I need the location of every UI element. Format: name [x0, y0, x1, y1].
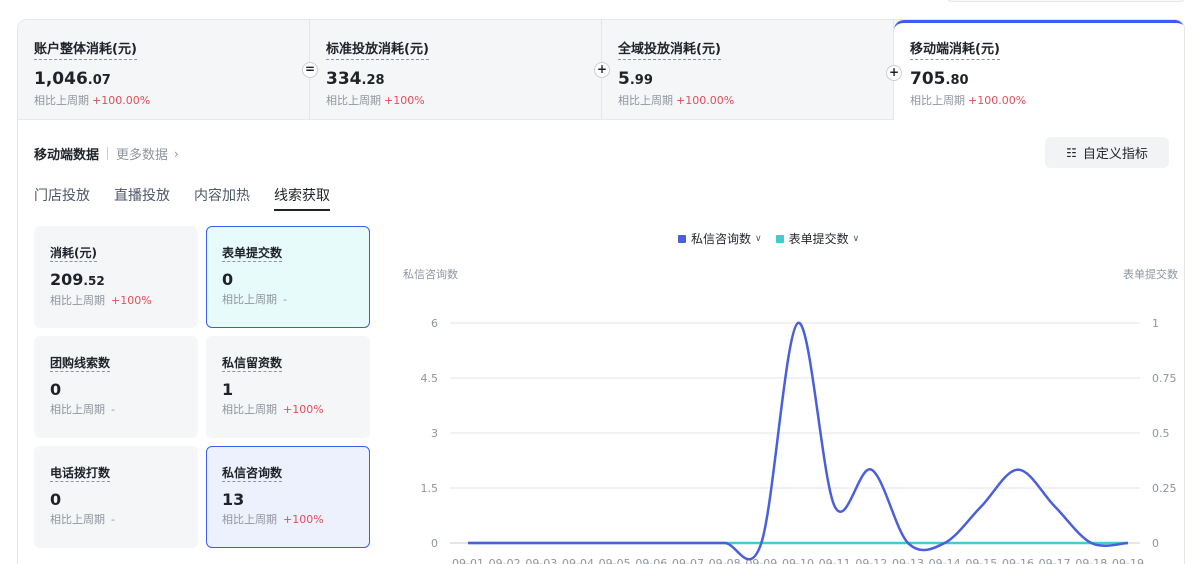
summary-compare: 相比上周期 +100% — [326, 94, 425, 107]
y-right-tick-label: 0.25 — [1152, 482, 1177, 495]
x-tick-label: 09-17 — [1039, 557, 1071, 564]
y-left-tick-label: 6 — [431, 317, 438, 330]
y-right-tick-label: 0 — [1152, 537, 1159, 550]
metric-title: 团购线索数 — [50, 356, 111, 372]
metric-card-dm-leads[interactable]: 私信留资数 1 相比上周期 +100% — [206, 336, 370, 438]
summary-compare: 相比上周期 +100.00% — [34, 94, 151, 107]
summary-card-mobile[interactable]: + 移动端消耗(元) 705.80 相比上周期 +100.00% — [886, 20, 1184, 120]
summary-cards: 账户整体消耗(元) 1,046.07 相比上周期 +100.00% = 标准投放消… — [18, 20, 1184, 120]
summary-value: 705.80 — [910, 69, 969, 89]
y-left-tick-label: 0 — [431, 537, 438, 550]
custom-metrics-label: 自定义指标 — [1082, 147, 1148, 162]
metric-compare: 相比上周期 +100% — [50, 294, 152, 307]
trend-chart: 私信咨询数 ∨ 表单提交数 ∨ 私信咨询数 表单提交数 0 0 1.5 0.25 3 0.… — [388, 220, 1178, 564]
summary-card-standard[interactable]: = 标准投放消耗(元) 334.28 相比上周期 +100% — [302, 20, 602, 120]
metric-compare: 相比上周期 - — [50, 513, 115, 526]
summary-value: 334.28 — [326, 69, 385, 89]
metric-compare: 相比上周期 +100% — [222, 513, 324, 526]
x-tick-label: 09-18 — [1075, 557, 1107, 564]
x-tick-label: 09-07 — [672, 557, 704, 564]
divider — [107, 147, 109, 160]
summary-title: 标准投放消耗(元) — [326, 42, 429, 60]
metric-title: 私信咨询数 — [222, 466, 283, 482]
y-right-tick-label: 0.75 — [1152, 372, 1177, 385]
x-tick-label: 09-06 — [635, 557, 667, 564]
summary-value: 1,046.07 — [34, 69, 111, 89]
metric-card-form-submit[interactable]: 表单提交数 0 相比上周期 - — [206, 226, 370, 328]
metric-value: 209.52 — [50, 270, 105, 289]
tab-bar: 门店投放 直播投放 内容加热 线索获取 — [34, 187, 354, 211]
x-tick-label: 09-16 — [1002, 557, 1034, 564]
plus-operator-icon: + — [594, 62, 610, 78]
x-tick-label: 09-15 — [965, 557, 997, 564]
summary-title: 全域投放消耗(元) — [618, 42, 721, 60]
more-data-link[interactable]: 更多数据 — [116, 144, 168, 163]
y-right-tick-label: 0.5 — [1152, 427, 1170, 440]
tab-content-boost[interactable]: 内容加热 — [194, 187, 250, 211]
x-tick-label: 09-19 — [1112, 557, 1144, 564]
y-left-tick-label: 1.5 — [421, 482, 439, 495]
metric-compare: 相比上周期 +100% — [222, 403, 324, 416]
x-tick-label: 09-08 — [709, 557, 741, 564]
chart-canvas: 0 0 1.5 0.25 3 0.5 4.5 0.75 6 1 09-01 09-02 09-03 09-… — [421, 317, 1177, 564]
metric-compare: 相比上周期 - — [50, 403, 115, 416]
y-right-tick-label: 1 — [1152, 317, 1159, 330]
metric-card-dm-inquiries[interactable]: 私信咨询数 13 相比上周期 +100% — [206, 446, 370, 548]
x-tick-label: 09-10 — [782, 557, 814, 564]
metric-title: 消耗(元) — [50, 246, 97, 262]
equals-operator-icon: = — [302, 62, 318, 78]
metric-value: 13 — [222, 490, 245, 509]
summary-title: 账户整体消耗(元) — [34, 42, 137, 60]
x-tick-label: 09-05 — [599, 557, 631, 564]
metric-value: 0 — [222, 270, 234, 289]
x-tick-label: 09-14 — [929, 557, 961, 564]
y-left-tick-label: 4.5 — [421, 372, 439, 385]
y-left-tick-label: 3 — [431, 427, 438, 440]
tab-live[interactable]: 直播投放 — [114, 187, 170, 211]
custom-metrics-button[interactable]: ☷ 自定义指标 — [1045, 137, 1169, 168]
x-tick-label: 09-11 — [819, 557, 851, 564]
summary-value: 5.99 — [618, 69, 653, 89]
tab-store[interactable]: 门店投放 — [34, 187, 90, 211]
summary-compare: 相比上周期 +100.00% — [618, 94, 735, 107]
chevron-right-icon[interactable]: › — [174, 147, 179, 161]
dashboard-panel: 账户整体消耗(元) 1,046.07 相比上周期 +100.00% = 标准投放消… — [17, 19, 1185, 564]
x-tick-label: 09-12 — [855, 557, 887, 564]
summary-card-account-total[interactable]: 账户整体消耗(元) 1,046.07 相比上周期 +100.00% — [18, 20, 310, 120]
sliders-icon: ☷ — [1066, 145, 1077, 160]
tab-lead-acquisition[interactable]: 线索获取 — [274, 187, 330, 211]
metric-card-phone-calls[interactable]: 电话拨打数 0 相比上周期 - — [34, 446, 198, 548]
metric-title: 表单提交数 — [222, 246, 283, 262]
summary-compare: 相比上周期 +100.00% — [910, 94, 1027, 107]
metric-card-spend[interactable]: 消耗(元) 209.52 相比上周期 +100% — [34, 226, 198, 328]
x-tick-label: 09-13 — [892, 557, 924, 564]
summary-card-global[interactable]: + 全域投放消耗(元) 5.99 相比上周期 +100.00% — [594, 20, 894, 120]
metric-title: 电话拨打数 — [50, 466, 111, 482]
series-line-dm-inquiries — [468, 321, 1129, 561]
metric-value: 0 — [50, 380, 62, 399]
metric-value: 0 — [50, 490, 62, 509]
x-tick-label: 09-01 — [452, 557, 484, 564]
x-tick-label: 09-04 — [562, 557, 594, 564]
summary-title: 移动端消耗(元) — [910, 42, 1000, 60]
metric-title: 私信留资数 — [222, 356, 283, 372]
section-header: 移动端数据 更多数据 › — [34, 144, 179, 164]
metric-compare: 相比上周期 - — [222, 293, 287, 306]
x-tick-label: 09-02 — [489, 557, 521, 564]
top-search-box[interactable] — [946, 0, 1186, 2]
metric-card-groupbuy-leads[interactable]: 团购线索数 0 相比上周期 - — [34, 336, 198, 438]
plus-operator-icon: + — [886, 65, 902, 81]
section-title: 移动端数据 — [34, 148, 100, 163]
metric-value: 1 — [222, 380, 234, 399]
x-tick-label: 09-03 — [525, 557, 557, 564]
